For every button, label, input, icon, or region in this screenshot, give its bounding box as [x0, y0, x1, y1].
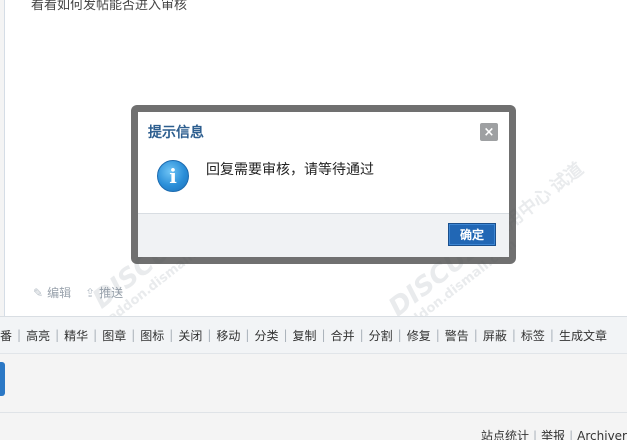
footer: 站点统计 | 举报 | Archiver	[0, 412, 627, 440]
moderation-bar: 番 | 高亮 | 精华 | 图章 | 图标 | 关闭 | 移动 | 分类 | 复…	[0, 316, 627, 354]
dialog-frame: 提示信息 × i 回复需要审核，请等待通过 确定	[131, 105, 516, 264]
dialog-footer: 确定	[138, 213, 509, 257]
footer-links: 站点统计 | 举报 | Archiver	[481, 427, 627, 440]
mod-item-repair[interactable]: 修复	[407, 327, 431, 344]
mod-item-close[interactable]: 关闭	[178, 327, 202, 344]
mod-item-highlight[interactable]: 高亮	[26, 327, 50, 344]
footer-link-archiver[interactable]: Archiver	[577, 429, 627, 440]
reply-button-edge[interactable]	[0, 362, 5, 396]
mod-item-tag[interactable]: 标签	[521, 327, 545, 344]
edit-action[interactable]: ✎ 编辑	[33, 284, 71, 301]
mod-item-icon[interactable]: 图标	[140, 327, 164, 344]
push-icon: ⇪	[85, 285, 96, 300]
mod-item-merge[interactable]: 合并	[331, 327, 355, 344]
push-label: 推送	[99, 286, 124, 300]
mod-item-block[interactable]: 屏蔽	[483, 327, 507, 344]
mod-item-stamp[interactable]: 图章	[102, 327, 126, 344]
mod-item-split[interactable]: 分割	[369, 327, 393, 344]
mod-item-warn[interactable]: 警告	[445, 327, 469, 344]
dialog-message: 回复需要审核，请等待通过	[206, 162, 374, 178]
pencil-icon: ✎	[33, 285, 44, 300]
mod-item-generate-article[interactable]: 生成文章	[559, 327, 607, 344]
info-icon: i	[157, 160, 189, 192]
edit-label: 编辑	[47, 286, 72, 300]
footer-link-report[interactable]: 举报	[541, 427, 565, 440]
close-icon[interactable]: ×	[480, 123, 498, 141]
ok-button[interactable]: 确定	[448, 223, 496, 246]
dialog-title: 提示信息	[148, 125, 204, 141]
mod-item-move[interactable]: 移动	[216, 327, 240, 344]
mod-item-copy[interactable]: 复制	[293, 327, 317, 344]
footer-link-stats[interactable]: 站点统计	[481, 427, 529, 440]
mod-item-category[interactable]: 分类	[254, 327, 278, 344]
push-action[interactable]: ⇪ 推送	[85, 284, 123, 301]
post-text: 看看如何发帖能否进入审核	[31, 0, 188, 13]
mod-item[interactable]: 番	[0, 327, 12, 344]
prompt-dialog: 提示信息 × i 回复需要审核，请等待通过 确定	[138, 112, 509, 257]
mod-item-digest[interactable]: 精华	[64, 327, 88, 344]
post-actions: ✎ 编辑 ⇪ 推送	[33, 284, 123, 301]
